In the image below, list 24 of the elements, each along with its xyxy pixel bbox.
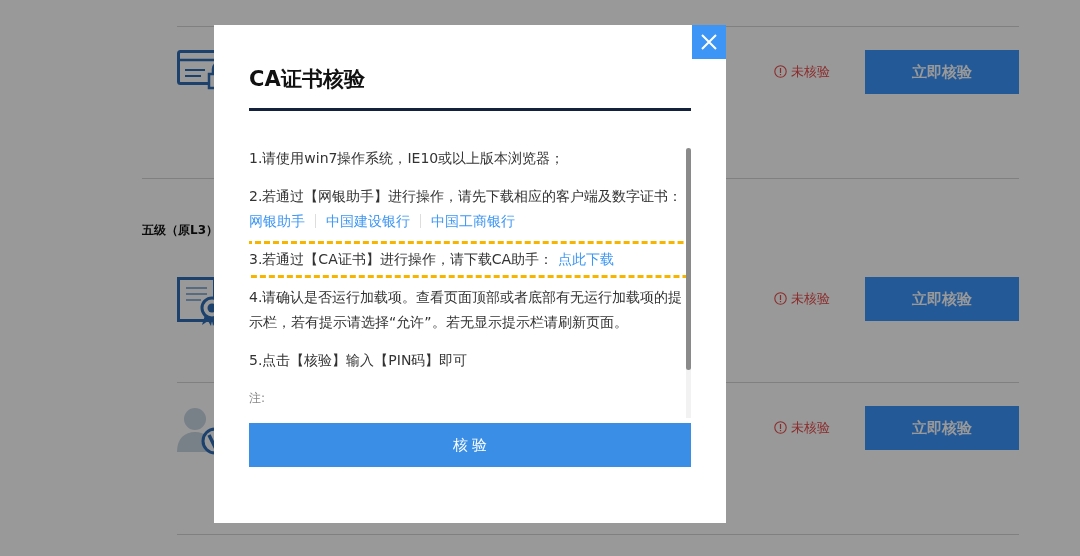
status-text: 未核验 [791,419,830,437]
status-text: 未核验 [791,290,830,308]
verify-button[interactable]: 核 验 [249,423,691,468]
warning-icon [774,421,787,435]
download-link[interactable]: 中国工商银行 [431,213,515,230]
download-link[interactable]: 点此下载 [557,251,614,268]
section-heading: 五级（原L3） [142,222,218,239]
verify-button[interactable]: 立即核验 [865,277,1019,321]
verify-button[interactable]: 立即核验 [865,50,1019,94]
instruction-text: 5.点击【核验】输入【PIN码】即可 [249,351,469,371]
dialog-title: CA证书核验 [249,67,691,112]
close-button[interactable] [692,25,726,59]
status-text: 未核验 [791,63,830,81]
verify-button[interactable]: 立即核验 [865,406,1019,450]
instruction-text: 2.若通过【网银助手】进行操作，请先下载相应的客户端及数字证书： [249,188,683,205]
download-link[interactable]: 网银助手 [249,213,305,230]
warning-icon [774,65,787,79]
close-icon [700,33,718,51]
instruction-text: 1.请使用win7操作系统，IE10或以上版本浏览器； [249,149,566,169]
instruction-text: 3.若通过【CA证书】进行操作，请下载CA助手： [249,251,554,268]
instruction-text: 4.请确认是否运行加载项。查看页面顶部或者底部有无运行加载项的提示栏，若有提示请选择“允许”。若无显示提示栏请刷新页面。 [249,288,684,333]
note-label: 注: [249,390,267,408]
warning-icon [774,292,787,306]
download-link[interactable]: 中国建设银行 [326,213,410,230]
